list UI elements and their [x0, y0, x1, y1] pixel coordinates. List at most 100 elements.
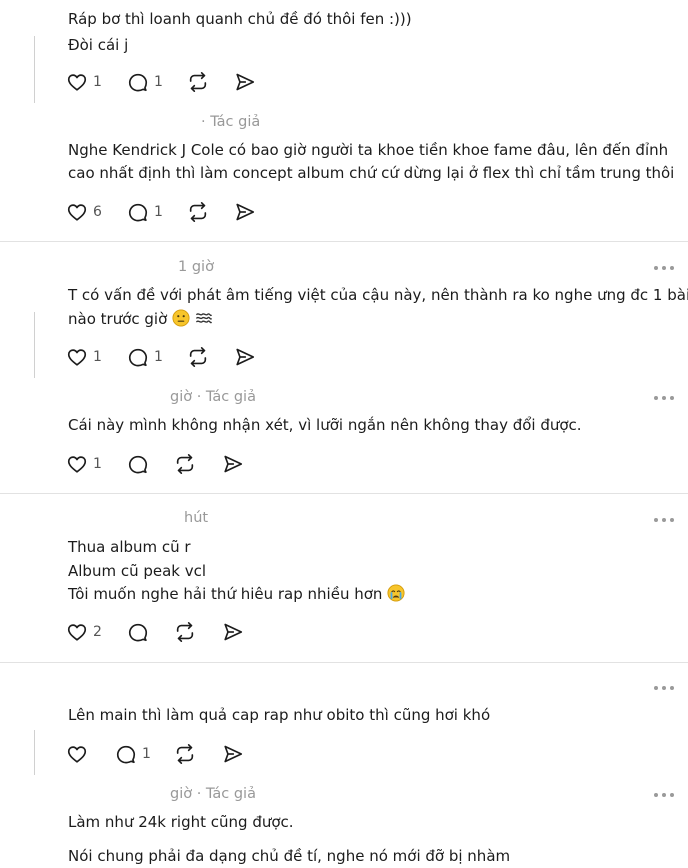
repost-button[interactable]: [174, 453, 196, 475]
repost-button[interactable]: [187, 71, 209, 93]
waves-icon: [195, 313, 212, 324]
like-count: 1: [93, 74, 102, 90]
comment-meta: giờ · Tác giả: [170, 389, 256, 405]
more-options-button[interactable]: [654, 683, 680, 693]
repost-button[interactable]: [187, 346, 209, 368]
reply-button[interactable]: 1: [115, 743, 151, 765]
share-button[interactable]: [234, 346, 256, 368]
ellipsis-icon: [654, 793, 658, 797]
heart-icon: [67, 349, 87, 366]
reply-count: 1: [154, 74, 163, 90]
comment-text: nào trước giờ: [68, 308, 213, 331]
reply-button[interactable]: 1: [127, 346, 163, 368]
repost-icon: [189, 347, 207, 367]
share-button[interactable]: [234, 71, 256, 93]
comment-text: Nghe Kendrick J Cole có bao giờ người ta…: [68, 141, 669, 159]
speech-bubble-icon: [128, 623, 148, 642]
heart-icon: [67, 456, 87, 473]
comment-text: Album cũ peak vcl: [68, 562, 207, 580]
repost-icon: [176, 454, 194, 474]
like-button[interactable]: 2: [66, 621, 102, 643]
send-icon: [236, 348, 255, 366]
comment-text: T có vấn đề với phát âm tiếng việt của c…: [68, 286, 688, 304]
heart-icon: [67, 624, 87, 641]
divider: [0, 241, 688, 242]
like-button[interactable]: 1: [66, 346, 102, 368]
repost-icon: [176, 744, 194, 764]
ellipsis-icon: [662, 793, 666, 797]
comment-text: Lên main thì làm quả cap rap như obito t…: [68, 706, 491, 724]
send-icon: [236, 203, 255, 221]
divider: [0, 493, 688, 494]
ellipsis-icon: [654, 396, 658, 400]
reply-button[interactable]: [127, 621, 149, 643]
ellipsis-icon: [654, 686, 658, 690]
repost-button[interactable]: [187, 201, 209, 223]
ellipsis-icon: [670, 266, 674, 270]
comment-meta: · Tác giả: [201, 114, 261, 130]
silent-face-emoji-icon: [172, 309, 190, 327]
like-button[interactable]: 6: [66, 201, 102, 223]
thread-line: [34, 36, 35, 103]
more-options-button[interactable]: [654, 790, 680, 800]
ellipsis-icon: [654, 518, 658, 522]
speech-bubble-icon: [128, 455, 148, 474]
comment-text: Làm như 24k right cũng được.: [68, 813, 294, 831]
like-count: 6: [93, 204, 102, 220]
speech-bubble-icon: [128, 203, 148, 222]
share-button[interactable]: [222, 743, 244, 765]
send-icon: [224, 623, 243, 641]
share-button[interactable]: [222, 621, 244, 643]
send-icon: [236, 73, 255, 91]
heart-icon: [67, 74, 87, 91]
comment-text: cao nhất định thì làm concept album chứ …: [68, 164, 675, 182]
repost-icon: [189, 202, 207, 222]
comment-text: Nói chung phải đa dạng chủ đề tí, nghe n…: [68, 847, 511, 865]
crying-face-emoji-icon: [387, 584, 405, 602]
comment-text: Đòi cái j: [68, 36, 129, 54]
like-count: 1: [93, 349, 102, 365]
more-options-button[interactable]: [654, 393, 680, 403]
share-button[interactable]: [234, 201, 256, 223]
ellipsis-icon: [662, 686, 666, 690]
more-options-button[interactable]: [654, 515, 680, 525]
speech-bubble-icon: [116, 745, 136, 764]
comment-text-line: Tôi muốn nghe hải thứ hiêu rap nhiều hơn: [68, 585, 383, 603]
reply-count: 1: [154, 349, 163, 365]
like-button[interactable]: [66, 743, 88, 765]
reply-count: 1: [154, 204, 163, 220]
speech-bubble-icon: [128, 73, 148, 92]
ellipsis-icon: [670, 793, 674, 797]
ellipsis-icon: [662, 266, 666, 270]
ellipsis-icon: [670, 686, 674, 690]
comment-text: Tôi muốn nghe hải thứ hiêu rap nhiều hơn: [68, 583, 405, 606]
like-button[interactable]: 1: [66, 71, 102, 93]
share-button[interactable]: [222, 453, 244, 475]
reply-button[interactable]: 1: [127, 201, 163, 223]
reply-count: 1: [142, 746, 151, 762]
comment-text: Cái này mình không nhận xét, vì lưỡi ngắ…: [68, 416, 582, 434]
comment-meta: hút: [184, 510, 209, 526]
heart-icon: [67, 746, 87, 763]
ellipsis-icon: [670, 396, 674, 400]
send-icon: [224, 455, 243, 473]
like-count: 1: [93, 456, 102, 472]
comment-text: Thua album cũ r: [68, 538, 191, 556]
thread-line: [34, 730, 35, 775]
reply-button[interactable]: 1: [127, 71, 163, 93]
comment-meta: 1 giờ: [178, 259, 214, 275]
repost-button[interactable]: [174, 743, 196, 765]
ellipsis-icon: [670, 518, 674, 522]
ellipsis-icon: [654, 266, 658, 270]
like-count: 2: [93, 624, 102, 640]
like-button[interactable]: 1: [66, 453, 102, 475]
heart-icon: [67, 204, 87, 221]
more-options-button[interactable]: [654, 263, 680, 273]
reply-button[interactable]: [127, 453, 149, 475]
speech-bubble-icon: [128, 348, 148, 367]
repost-icon: [176, 622, 194, 642]
comment-text: Ráp bơ thì loanh quanh chủ đề đó thôi fe…: [68, 10, 412, 28]
repost-icon: [189, 72, 207, 92]
comment-text-line: nào trước giờ: [68, 310, 168, 328]
repost-button[interactable]: [174, 621, 196, 643]
